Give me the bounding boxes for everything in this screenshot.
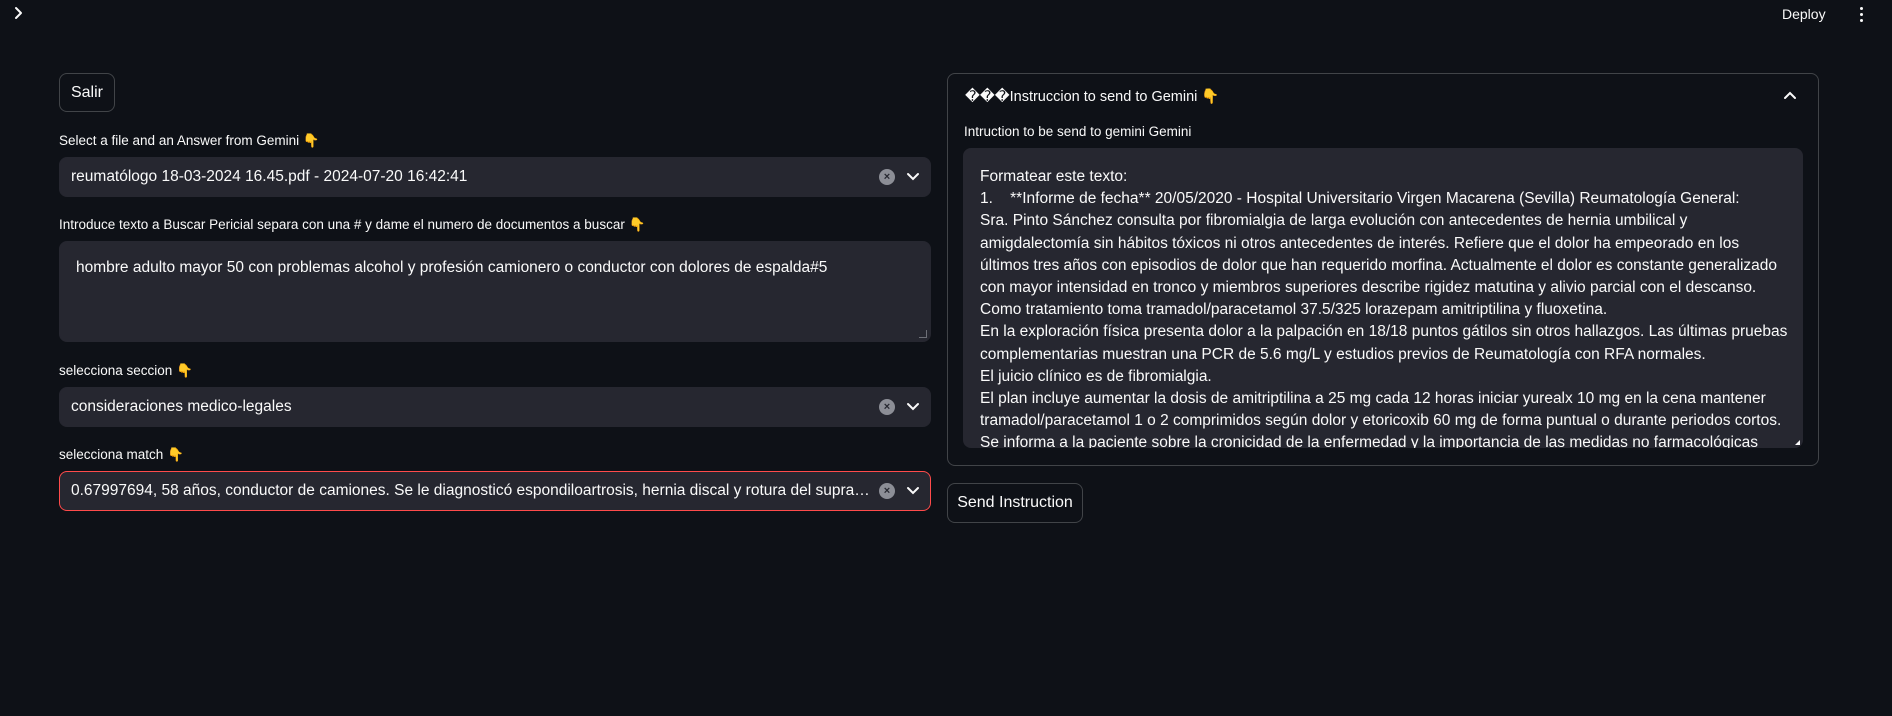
file-select[interactable]: reumatólogo 18-03-2024 16.45.pdf - 2024-…: [59, 157, 931, 197]
clear-icon[interactable]: ×: [879, 483, 895, 499]
search-textarea[interactable]: hombre adulto mayor 50 con problemas alc…: [59, 241, 931, 342]
resize-grip-icon[interactable]: [1795, 440, 1800, 445]
deploy-button[interactable]: Deploy: [1782, 4, 1826, 24]
section-select-label: selecciona seccion 👇: [59, 363, 193, 378]
clear-icon[interactable]: ×: [879, 169, 895, 185]
file-select-value: reumatólogo 18-03-2024 16.45.pdf - 2024-…: [71, 168, 468, 185]
chevron-right-icon: [15, 7, 22, 19]
match-select[interactable]: 0.67997694, 58 años, conductor de camion…: [59, 471, 931, 511]
chevron-down-icon[interactable]: [905, 168, 921, 184]
resize-grip-icon[interactable]: [919, 330, 927, 338]
instruction-textarea[interactable]: Formatear este texto: 1. **Informe de fe…: [963, 148, 1803, 448]
match-select-label: selecciona match 👇: [59, 447, 184, 462]
chevron-up-icon[interactable]: [1782, 88, 1798, 104]
section-select-value: consideraciones medico-legales: [71, 398, 292, 415]
chevron-down-icon[interactable]: [905, 398, 921, 414]
clear-icon[interactable]: ×: [879, 399, 895, 415]
top-bar: Deploy: [0, 0, 1892, 30]
instruction-text: Formatear este texto: 1. **Informe de fe…: [980, 168, 1788, 448]
section-select[interactable]: consideraciones medico-legales ×: [59, 387, 931, 427]
match-select-value: 0.67997694, 58 años, conductor de camion…: [71, 482, 871, 499]
search-label: Introduce texto a Buscar Pericial separa…: [59, 217, 646, 232]
expander-title[interactable]: ���Instruccion to send to Gemini 👇: [965, 88, 1219, 105]
expand-sidebar-button[interactable]: [12, 3, 32, 25]
send-instruction-button[interactable]: Send Instruction: [947, 483, 1083, 523]
chevron-down-icon[interactable]: [905, 482, 921, 498]
file-select-label: Select a file and an Answer from Gemini …: [59, 133, 320, 148]
instruction-label: Intruction to be send to gemini Gemini: [964, 124, 1192, 139]
salir-button[interactable]: Salir: [59, 73, 115, 112]
main-menu-icon[interactable]: [1852, 3, 1870, 25]
